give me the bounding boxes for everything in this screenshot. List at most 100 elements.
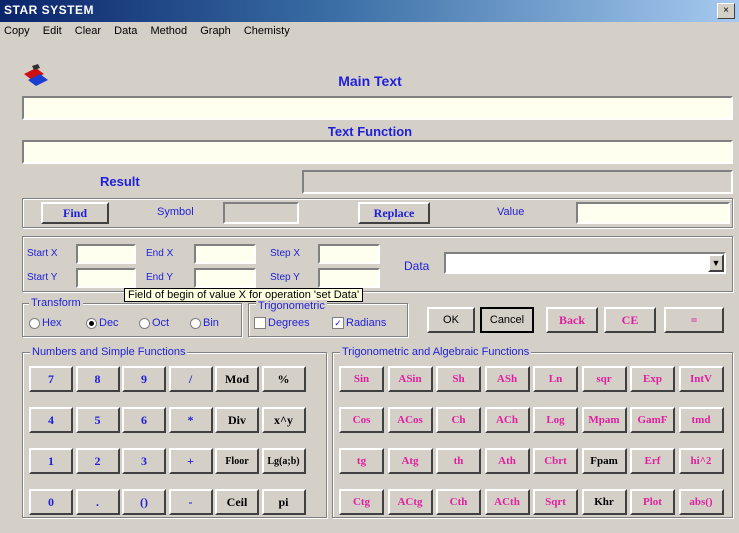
- close-icon[interactable]: ×: [717, 3, 735, 19]
- main-text-field[interactable]: [22, 96, 733, 120]
- fn-ln-button[interactable]: Ln: [533, 366, 578, 392]
- fn-fpam-button[interactable]: Fpam: [581, 448, 627, 474]
- key-3-button[interactable]: 3: [122, 448, 166, 474]
- key-6-button[interactable]: 6: [122, 407, 166, 433]
- key-0-button[interactable]: 0: [29, 489, 73, 515]
- start-x-label: Start X: [27, 248, 58, 259]
- ok-button[interactable]: OK: [427, 307, 475, 333]
- key-7-button[interactable]: 7: [29, 366, 73, 392]
- radio-dec-icon: [86, 317, 97, 329]
- key-dot-button[interactable]: .: [75, 489, 120, 515]
- key-1-button[interactable]: 1: [29, 448, 73, 474]
- key-div-button[interactable]: Div: [215, 407, 259, 433]
- menu-clear[interactable]: Clear: [71, 22, 107, 37]
- end-y-label: End Y: [146, 272, 174, 283]
- fn-atg-button[interactable]: Atg: [387, 448, 433, 474]
- fn-acth-button[interactable]: ACth: [484, 489, 530, 515]
- fn-mpam-button[interactable]: Mpam: [581, 407, 627, 433]
- fn-log-button[interactable]: Log: [533, 407, 578, 433]
- fn-hi-2-button[interactable]: hi^2: [678, 448, 724, 474]
- key-multiply-button[interactable]: *: [168, 407, 213, 433]
- checkbox-degrees[interactable]: Degrees: [254, 317, 310, 330]
- fn-sqrt-button[interactable]: Sqrt: [533, 489, 578, 515]
- checkbox-radians[interactable]: ✓ Radians: [332, 317, 386, 330]
- key-4-button[interactable]: 4: [29, 407, 73, 433]
- checkmark-icon: ✓: [332, 317, 344, 330]
- fn-asin-button[interactable]: ASin: [387, 366, 433, 392]
- replace-button[interactable]: Replace: [358, 202, 430, 224]
- data-select[interactable]: ▼: [444, 252, 726, 274]
- fn-khr-button[interactable]: Khr: [581, 489, 627, 515]
- key-ceil-button[interactable]: Ceil: [215, 489, 259, 515]
- key-pi-button[interactable]: pi: [261, 489, 306, 515]
- end-x-field[interactable]: [194, 244, 256, 264]
- key-plus-button[interactable]: +: [168, 448, 213, 474]
- key-lg-a-b-button[interactable]: Lg(a;b): [261, 448, 306, 474]
- key-2-button[interactable]: 2: [75, 448, 120, 474]
- text-function-field[interactable]: [22, 140, 733, 164]
- fn-tg-button[interactable]: tg: [339, 448, 384, 474]
- end-y-field[interactable]: [194, 268, 256, 288]
- fn-ash-button[interactable]: ASh: [484, 366, 530, 392]
- fn-actg-button[interactable]: ACtg: [387, 489, 433, 515]
- symbol-label: Symbol: [157, 206, 194, 218]
- fn-ch-button[interactable]: Ch: [436, 407, 481, 433]
- transform-title: Transform: [29, 297, 83, 309]
- key-divide-button[interactable]: /: [168, 366, 213, 392]
- back-button[interactable]: Back: [546, 307, 598, 333]
- radio-oct[interactable]: Oct: [139, 317, 169, 329]
- menu-copy[interactable]: Copy: [0, 22, 36, 37]
- ce-button[interactable]: CE: [604, 307, 656, 333]
- fn-tmd-button[interactable]: tmd: [678, 407, 724, 433]
- fn-th-button[interactable]: th: [436, 448, 481, 474]
- menu-method[interactable]: Method: [146, 22, 193, 37]
- radio-dec-label: Dec: [99, 317, 119, 329]
- find-button[interactable]: Find: [41, 202, 109, 224]
- key-power-button[interactable]: x^y: [261, 407, 306, 433]
- fn-exp-button[interactable]: Exp: [630, 366, 675, 392]
- key-floor-button[interactable]: Floor: [215, 448, 259, 474]
- radio-bin[interactable]: Bin: [190, 317, 219, 329]
- radio-hex-label: Hex: [42, 317, 62, 329]
- key-parentheses-button[interactable]: (): [122, 489, 166, 515]
- fn-sin-button[interactable]: Sin: [339, 366, 384, 392]
- fn-plot-button[interactable]: Plot: [630, 489, 675, 515]
- symbol-field[interactable]: [223, 202, 299, 224]
- fn-cbrt-button[interactable]: Cbrt: [533, 448, 578, 474]
- key-9-button[interactable]: 9: [122, 366, 166, 392]
- cancel-button[interactable]: Cancel: [480, 307, 534, 333]
- fn-ath-button[interactable]: Ath: [484, 448, 530, 474]
- fn-abs-button[interactable]: abs(): [678, 489, 724, 515]
- fn-cth-button[interactable]: Cth: [436, 489, 481, 515]
- radio-hex[interactable]: Hex: [29, 317, 62, 329]
- menu-edit[interactable]: Edit: [39, 22, 68, 37]
- value-field[interactable]: [576, 202, 730, 224]
- fn-sh-button[interactable]: Sh: [436, 366, 481, 392]
- key-minus-button[interactable]: -: [168, 489, 213, 515]
- radio-dec[interactable]: Dec: [86, 317, 119, 329]
- fn-ctg-button[interactable]: Ctg: [339, 489, 384, 515]
- fn-acos-button[interactable]: ACos: [387, 407, 433, 433]
- start-y-field[interactable]: [76, 268, 136, 288]
- fn-gamf-button[interactable]: GamF: [630, 407, 675, 433]
- fn-cos-button[interactable]: Cos: [339, 407, 384, 433]
- fn-erf-button[interactable]: Erf: [630, 448, 675, 474]
- menu-bar: Copy Edit Clear Data Method Graph Chemis…: [0, 22, 739, 42]
- menu-chemisty[interactable]: Chemisty: [240, 22, 296, 37]
- step-x-field[interactable]: [318, 244, 380, 264]
- fn-intv-button[interactable]: IntV: [678, 366, 724, 392]
- menu-data[interactable]: Data: [110, 22, 143, 37]
- fn-ach-button[interactable]: ACh: [484, 407, 530, 433]
- step-y-field[interactable]: [318, 268, 380, 288]
- fn-sqr-button[interactable]: sqr: [581, 366, 627, 392]
- key-5-button[interactable]: 5: [75, 407, 120, 433]
- start-x-field[interactable]: [76, 244, 136, 264]
- menu-graph[interactable]: Graph: [196, 22, 237, 37]
- chevron-down-icon[interactable]: ▼: [708, 254, 724, 272]
- equals-button[interactable]: =: [664, 307, 724, 333]
- numbers-title: Numbers and Simple Functions: [30, 346, 188, 358]
- key-mod-button[interactable]: Mod: [215, 366, 259, 392]
- key-percent-button[interactable]: %: [261, 366, 306, 392]
- result-label: Result: [100, 174, 140, 189]
- key-8-button[interactable]: 8: [75, 366, 120, 392]
